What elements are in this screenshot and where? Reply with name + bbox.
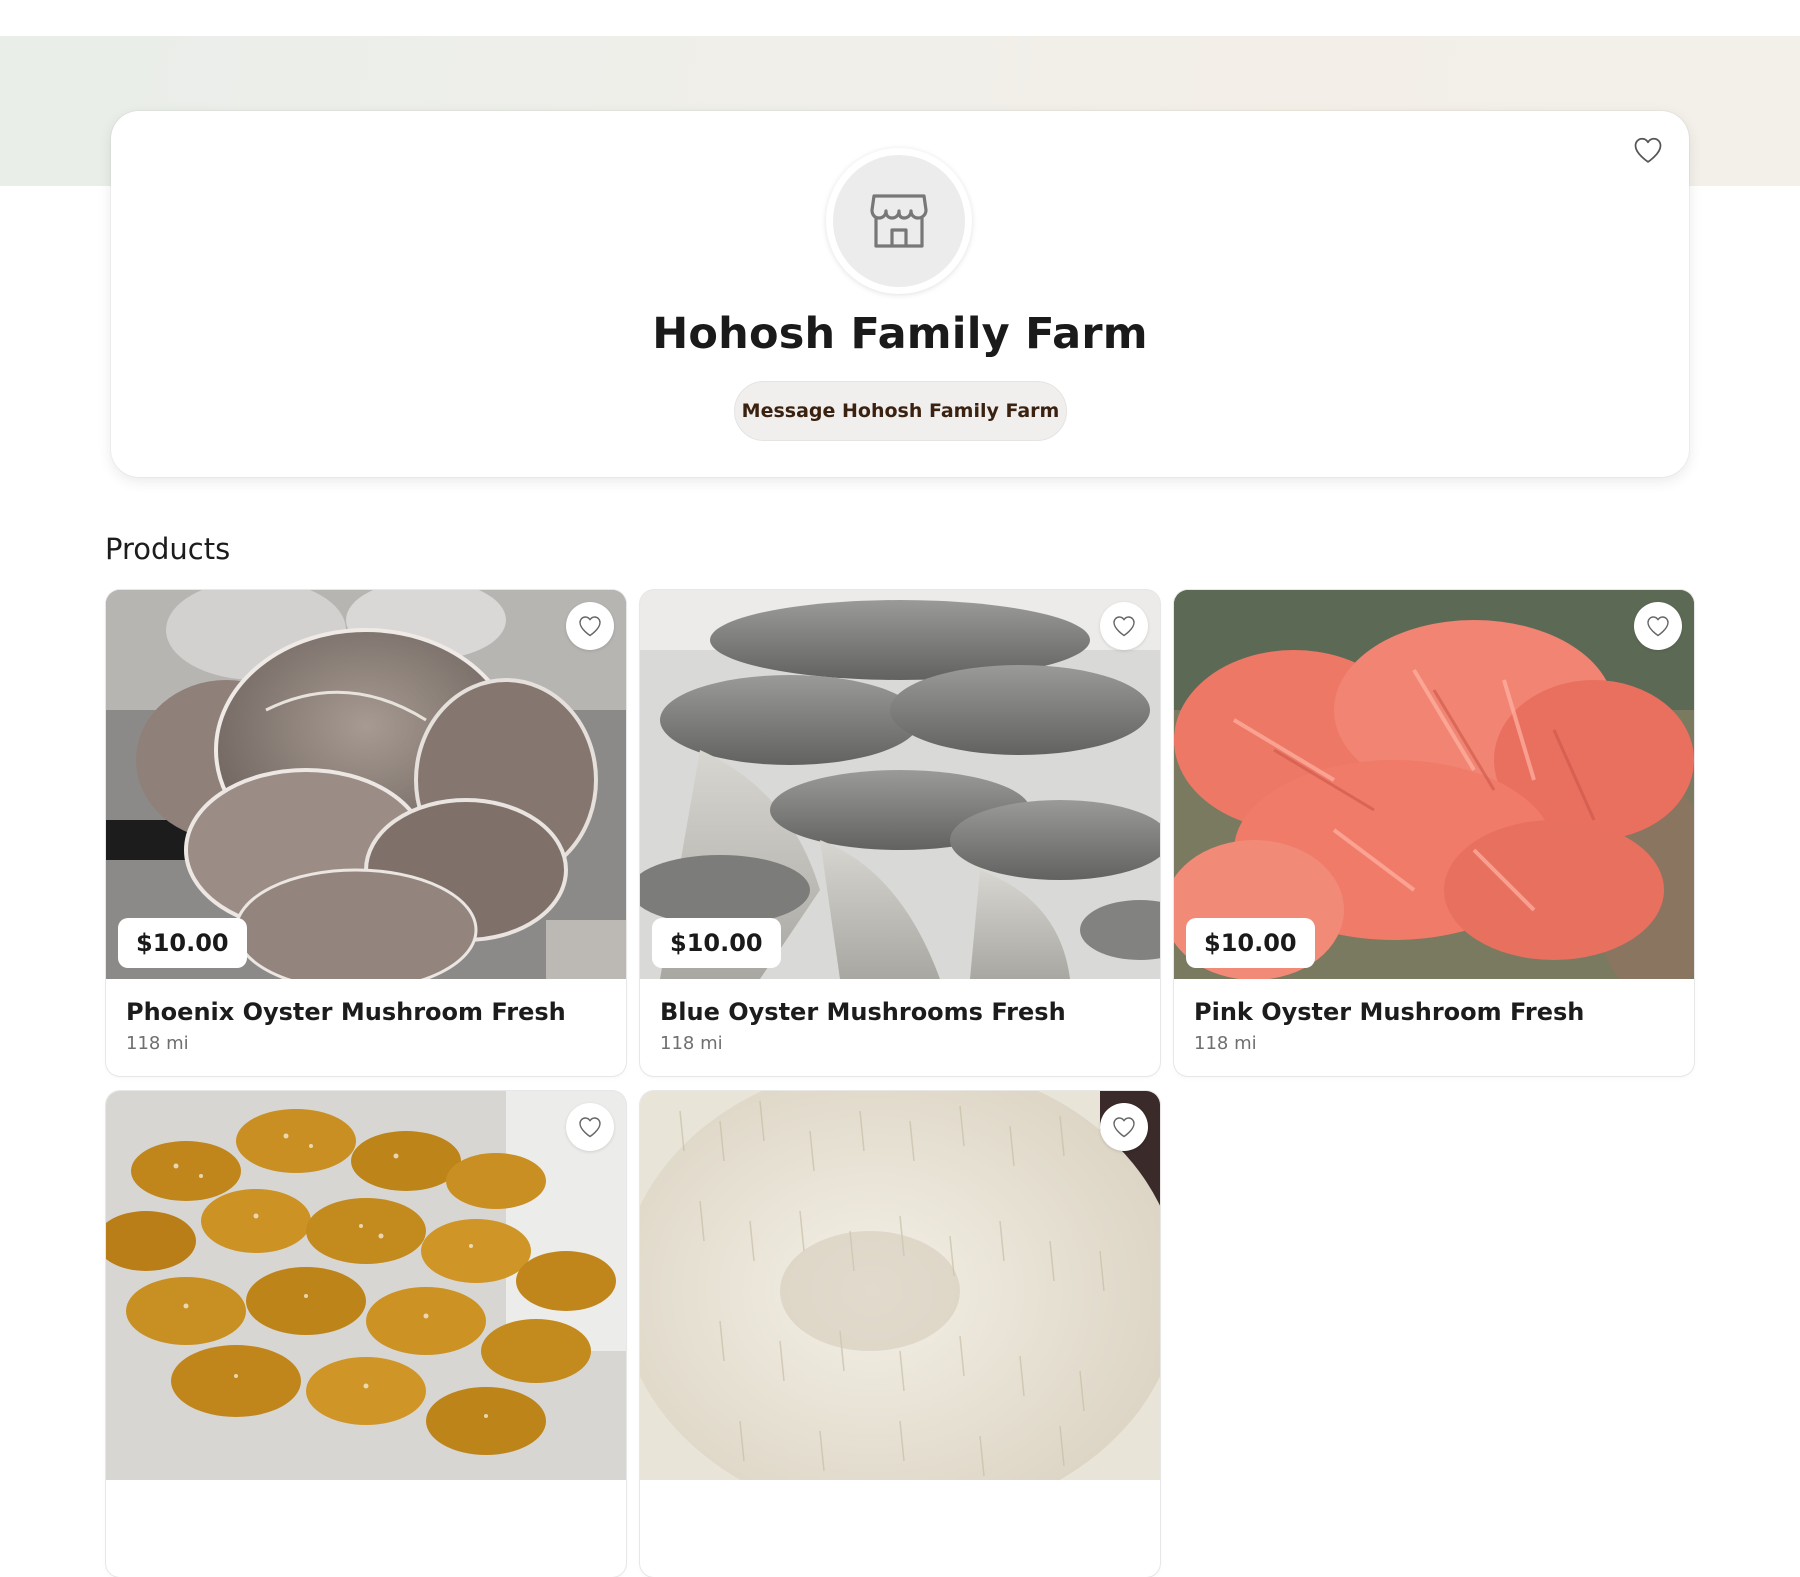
price-badge: $10.00	[652, 918, 781, 968]
top-bar	[0, 0, 1800, 36]
heart-outline-icon	[1113, 616, 1135, 637]
heart-outline-icon	[1113, 1117, 1135, 1138]
product-card[interactable]: $10.00 Phoenix Oyster Mushroom Fresh 118…	[106, 590, 626, 1076]
store-header-card: Hohosh Family Farm Message Hohosh Family…	[111, 111, 1689, 477]
favorite-product-button[interactable]	[566, 1103, 614, 1151]
store-name: Hohosh Family Farm	[652, 309, 1148, 359]
heart-outline-icon	[1634, 137, 1662, 163]
favorite-product-button[interactable]	[1634, 602, 1682, 650]
storefront-icon	[870, 194, 928, 248]
heart-outline-icon	[579, 1117, 601, 1138]
product-distance: 118 mi	[126, 1033, 189, 1054]
product-card[interactable]: $10.00 Blue Oyster Mushrooms Fresh 118 m…	[640, 590, 1160, 1076]
store-avatar	[826, 148, 972, 294]
message-store-button[interactable]: Message Hohosh Family Farm	[734, 381, 1067, 441]
price-badge: $10.00	[1186, 918, 1315, 968]
product-image	[640, 1091, 1160, 1480]
product-card[interactable]	[106, 1091, 626, 1577]
products-heading: Products	[105, 532, 231, 566]
price-badge: $10.00	[118, 918, 247, 968]
favorite-product-button[interactable]	[566, 602, 614, 650]
product-image	[106, 1091, 626, 1480]
product-card[interactable]	[640, 1091, 1160, 1577]
product-title: Pink Oyster Mushroom Fresh	[1194, 998, 1585, 1026]
product-title: Phoenix Oyster Mushroom Fresh	[126, 998, 566, 1026]
heart-outline-icon	[1647, 616, 1669, 637]
product-title: Blue Oyster Mushrooms Fresh	[660, 998, 1066, 1026]
favorite-product-button[interactable]	[1100, 602, 1148, 650]
favorite-product-button[interactable]	[1100, 1103, 1148, 1151]
heart-outline-icon	[579, 616, 601, 637]
favorite-store-button[interactable]	[1631, 133, 1665, 167]
product-card[interactable]: $10.00 Pink Oyster Mushroom Fresh 118 mi	[1174, 590, 1694, 1076]
product-distance: 118 mi	[660, 1033, 723, 1054]
product-distance: 118 mi	[1194, 1033, 1257, 1054]
